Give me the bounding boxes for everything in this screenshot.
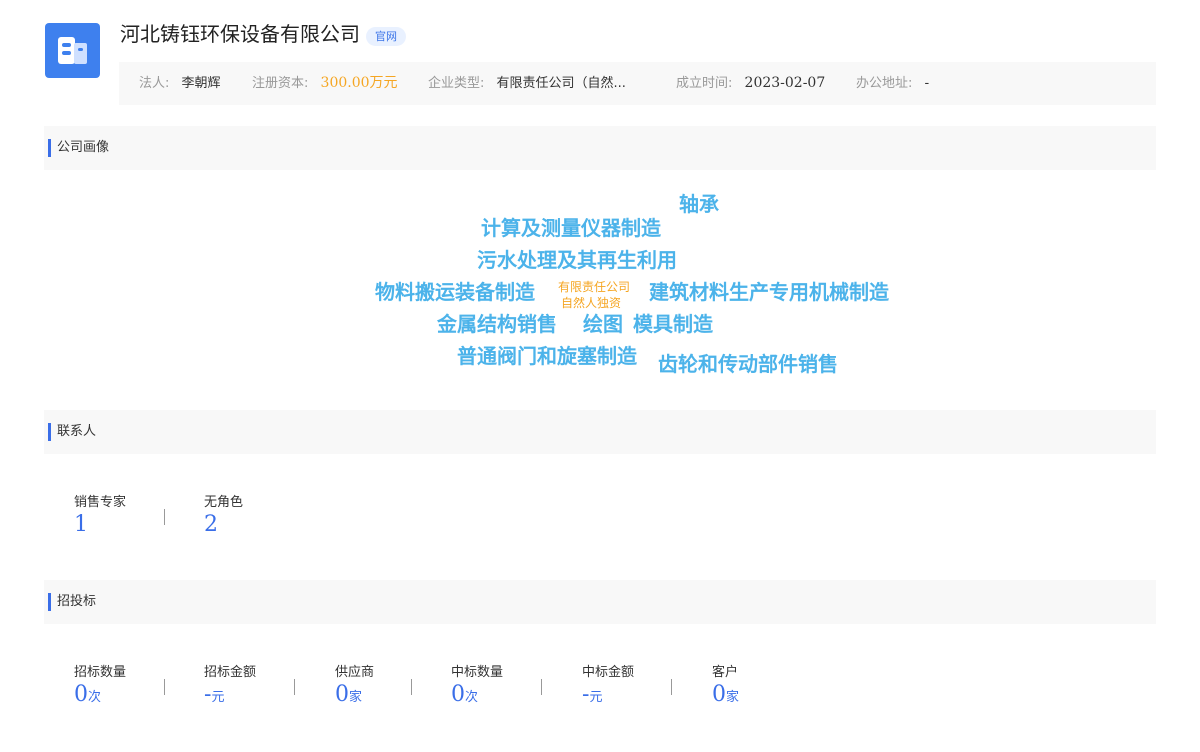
bidding-stat-unit: 元	[211, 690, 225, 705]
founded-date-label: 成立时间:	[676, 76, 733, 91]
bidding-stat-label: 客户	[712, 665, 739, 680]
cloud-tag[interactable]: 绘图	[583, 312, 623, 336]
stat-divider	[164, 679, 165, 695]
legal-person-value[interactable]: 李朝辉	[182, 76, 221, 91]
bidding-section-header: 招投标	[44, 580, 1156, 624]
bidding-stat-unit: 家	[726, 690, 740, 705]
contacts-section-title: 联系人	[57, 424, 97, 439]
bidding-section-title: 招投标	[57, 594, 97, 609]
company-logo	[45, 23, 100, 78]
building-icon	[58, 37, 87, 64]
bidding-stat-customers[interactable]: 客户 0家	[712, 664, 739, 711]
founded-date-item: 成立时间: 2023-02-07	[676, 62, 825, 105]
company-type-item: 企业类型: 有限责任公司（自然...	[428, 62, 626, 105]
stat-divider	[411, 679, 412, 695]
cloud-tag[interactable]: 齿轮和传动部件销售	[658, 352, 838, 376]
section-accent-bar	[48, 423, 51, 441]
contact-stat-value[interactable]: 1	[74, 512, 126, 538]
cloud-tag[interactable]: 模具制造	[633, 312, 713, 336]
bidding-stat-value[interactable]: 0	[335, 682, 349, 707]
bidding-stat-unit: 次	[465, 690, 479, 705]
company-name: 河北铸钰环保设备有限公司	[120, 22, 360, 46]
cloud-tag[interactable]: 物料搬运装备制造	[375, 280, 535, 304]
bidding-stat-label: 招标数量	[74, 665, 127, 680]
cloud-core-line-1: 有限责任公司	[558, 280, 631, 294]
cloud-tag[interactable]: 金属结构销售	[437, 312, 557, 336]
portrait-word-cloud: 轴承 计算及测量仪器制造 污水处理及其再生利用 物料搬运装备制造 有限责任公司 …	[0, 170, 1200, 410]
legal-person-label: 法人:	[139, 76, 170, 91]
contact-stat-value[interactable]: 2	[204, 512, 243, 538]
office-address-label: 办公地址:	[856, 76, 913, 91]
cloud-tag[interactable]: 计算及测量仪器制造	[481, 216, 661, 240]
registered-capital-label: 注册资本:	[252, 76, 309, 91]
bidding-stat-unit: 家	[349, 690, 363, 705]
cloud-tag[interactable]: 建筑材料生产专用机械制造	[649, 280, 889, 304]
contact-stat-sales-expert[interactable]: 销售专家 1	[74, 494, 126, 538]
bidding-stat-unit: 次	[88, 690, 102, 705]
section-accent-bar	[48, 139, 51, 157]
stat-divider	[541, 679, 542, 695]
bidding-stat-value[interactable]: 0	[712, 682, 726, 707]
portrait-section-header: 公司画像	[44, 126, 1156, 170]
bidding-stat-tender-count[interactable]: 招标数量 0次	[74, 664, 126, 711]
cloud-tag[interactable]: 轴承	[679, 192, 719, 216]
stat-divider	[164, 509, 165, 525]
company-info-bar: 法人: 李朝辉 注册资本: 300.00万元 企业类型: 有限责任公司（自然..…	[119, 62, 1156, 105]
bidding-stat-value[interactable]: 0	[74, 682, 88, 707]
cloud-core-line-2: 自然人独资	[561, 296, 622, 310]
office-address-item: 办公地址: -	[856, 62, 929, 105]
contact-stat-no-role[interactable]: 无角色 2	[204, 494, 243, 538]
bidding-stat-unit: 元	[589, 690, 603, 705]
bidding-stat-win-amount[interactable]: 中标金额 -元	[582, 664, 634, 711]
founded-date-value: 2023-02-07	[744, 75, 826, 91]
legal-person-item: 法人: 李朝辉	[139, 62, 221, 105]
bidding-stat-suppliers[interactable]: 供应商 0家	[335, 664, 374, 711]
stat-divider	[294, 679, 295, 695]
cloud-tag[interactable]: 污水处理及其再生利用	[477, 248, 677, 272]
portrait-section-title: 公司画像	[57, 140, 110, 155]
official-site-badge[interactable]: 官网	[366, 27, 406, 46]
bidding-stat-value[interactable]: 0	[451, 682, 465, 707]
bidding-stat-label: 供应商	[335, 665, 375, 680]
bidding-stat-label: 中标数量	[451, 665, 504, 680]
bidding-stat-label: 中标金额	[582, 665, 635, 680]
stat-divider	[671, 679, 672, 695]
contact-stat-label: 销售专家	[74, 495, 127, 510]
registered-capital-value: 300.00万元	[320, 75, 398, 91]
contacts-section-header: 联系人	[44, 410, 1156, 454]
contact-stat-label: 无角色	[204, 495, 244, 510]
office-address-value: -	[924, 76, 930, 91]
bidding-stat-label: 招标金额	[204, 665, 257, 680]
company-type-label: 企业类型:	[428, 76, 485, 91]
bidding-stat-tender-amount[interactable]: 招标金额 -元	[204, 664, 256, 711]
company-type-value: 有限责任公司（自然...	[496, 76, 626, 91]
cloud-tag[interactable]: 普通阀门和旋塞制造	[457, 344, 637, 368]
bidding-stat-win-count[interactable]: 中标数量 0次	[451, 664, 503, 711]
registered-capital-item: 注册资本: 300.00万元	[252, 62, 398, 105]
section-accent-bar	[48, 593, 51, 611]
